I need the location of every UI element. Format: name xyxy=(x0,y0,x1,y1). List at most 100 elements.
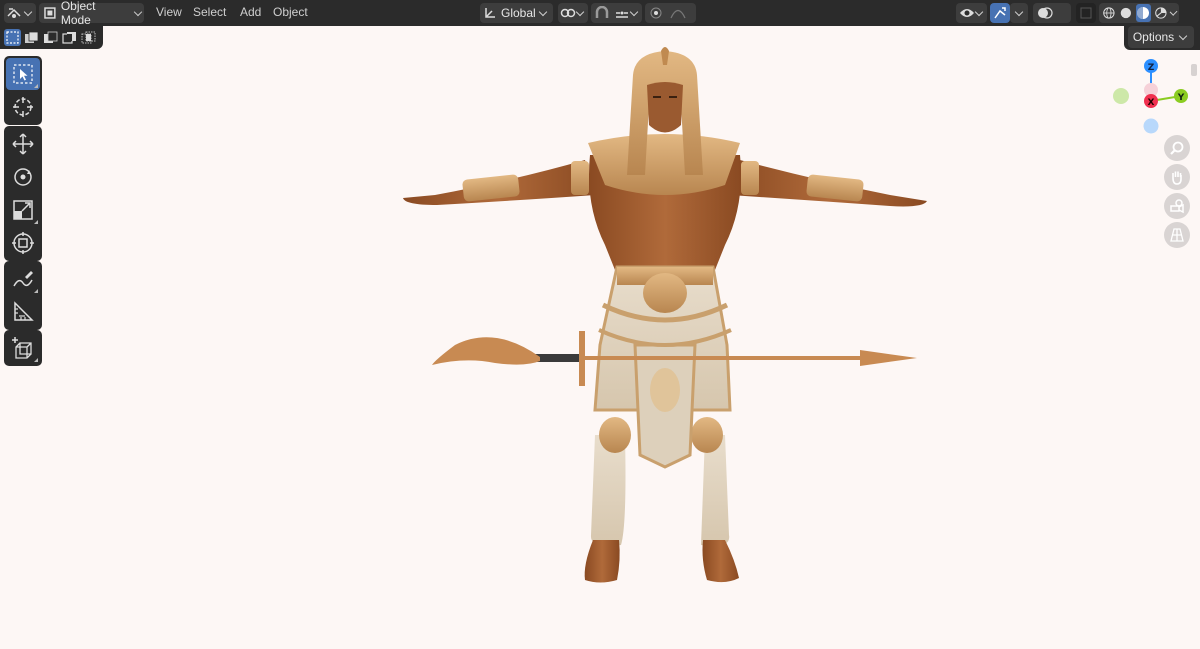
mode-dropdown[interactable]: Object Mode xyxy=(39,0,144,27)
move-tool[interactable] xyxy=(6,128,40,160)
zoom-button[interactable] xyxy=(1164,135,1190,161)
transform-orientation-dropdown[interactable]: Global xyxy=(480,3,553,23)
shading-mode-group xyxy=(1099,3,1179,23)
xray-toggle[interactable] xyxy=(1076,3,1096,23)
options-label: Options xyxy=(1132,30,1175,44)
left-kneepad xyxy=(691,417,723,453)
selection-mode-group xyxy=(0,26,103,49)
transform-icon xyxy=(12,232,34,254)
material-preview-icon xyxy=(1137,7,1150,19)
add-cube-tool[interactable] xyxy=(6,332,40,364)
falloff-icon xyxy=(670,9,686,19)
proportional-editing-group[interactable] xyxy=(645,3,696,23)
camera-view-button[interactable] xyxy=(1164,193,1190,219)
character-model xyxy=(403,47,927,583)
gizmo-neg-y-dot xyxy=(1113,88,1129,104)
editor-type-button[interactable] xyxy=(4,3,36,23)
eye-icon xyxy=(959,9,974,17)
pan-button[interactable] xyxy=(1164,164,1190,190)
select-intersect-button[interactable] xyxy=(80,29,97,46)
select-extend-button[interactable] xyxy=(23,29,40,46)
visibility-dropdown[interactable] xyxy=(956,3,987,23)
spear-grip xyxy=(535,354,581,362)
cursor-icon xyxy=(13,97,33,117)
show-gizmo-button[interactable] xyxy=(990,3,1010,23)
gizmo-z-label: Z xyxy=(1148,63,1155,73)
mode-label: Object Mode xyxy=(60,0,96,27)
belt-buckle xyxy=(643,273,687,313)
select-intersect-icon xyxy=(81,31,96,44)
options-dropdown[interactable]: Options xyxy=(1128,26,1194,48)
wireframe-shading-icon[interactable] xyxy=(1102,5,1116,21)
left-foot xyxy=(702,540,739,583)
select-subtract-button[interactable] xyxy=(42,29,59,46)
scale-tool[interactable] xyxy=(6,194,40,226)
snap-magnet-icon xyxy=(595,6,608,18)
menu-object[interactable]: Object xyxy=(273,5,308,19)
pivot-link-icon xyxy=(560,8,576,18)
gizmo-y-label: Y xyxy=(1177,93,1185,103)
toolbar-transform-group xyxy=(4,126,42,261)
select-invert-icon xyxy=(62,32,76,44)
viewport-header: Object Mode View Select Add Object Globa… xyxy=(0,0,1200,27)
menu-select[interactable]: Select xyxy=(193,5,226,19)
cursor-tool[interactable] xyxy=(6,91,40,123)
menu-add[interactable]: Add xyxy=(240,5,261,19)
annotate-icon xyxy=(13,271,33,287)
collar xyxy=(588,134,740,195)
camera-icon xyxy=(1170,199,1184,214)
orientation-icon xyxy=(485,8,495,18)
toolbar-add-group xyxy=(4,330,42,366)
overlays-button[interactable] xyxy=(1033,3,1071,23)
pivot-point-dropdown[interactable] xyxy=(558,3,588,23)
measure-icon xyxy=(14,301,34,321)
rotate-tool[interactable] xyxy=(6,161,40,193)
scale-icon xyxy=(13,200,33,220)
spear-guard xyxy=(579,331,585,386)
editor-type-icon xyxy=(7,8,21,18)
object-mode-icon xyxy=(44,7,56,19)
proportional-edit-icon xyxy=(650,7,662,19)
overlays-icon xyxy=(1038,7,1053,19)
right-armband xyxy=(571,161,589,195)
zoom-magnifier-icon xyxy=(1170,141,1184,155)
rotate-icon xyxy=(14,168,32,186)
gizmo-options-dropdown[interactable] xyxy=(1010,3,1028,23)
select-new-icon xyxy=(6,31,19,44)
solid-shading-icon[interactable] xyxy=(1119,5,1133,21)
left-armband xyxy=(741,161,759,195)
annotate-tool[interactable] xyxy=(6,263,40,295)
move-icon xyxy=(12,133,34,155)
select-invert-button[interactable] xyxy=(61,29,78,46)
hand-icon xyxy=(1172,171,1182,185)
right-kneepad xyxy=(599,417,631,453)
perspective-toggle-button[interactable] xyxy=(1164,222,1190,248)
menu-view[interactable]: View xyxy=(156,5,182,19)
transform-tool[interactable] xyxy=(6,227,40,259)
navigation-gizmo[interactable]: Z Y X xyxy=(1108,56,1194,142)
add-cube-icon xyxy=(12,337,32,359)
kilt-scarab xyxy=(650,368,680,412)
rendered-shading-icon[interactable] xyxy=(1154,5,1168,21)
measure-tool[interactable] xyxy=(6,296,40,328)
select-box-icon xyxy=(13,64,33,84)
select-box-tool[interactable] xyxy=(6,58,40,90)
gizmo-toggle-icon xyxy=(994,7,1006,19)
toolbar-annotate-group xyxy=(4,261,42,330)
gizmo-x-label: X xyxy=(1148,98,1155,108)
select-subtract-icon xyxy=(44,31,58,43)
material-preview-button[interactable] xyxy=(1135,4,1151,22)
spear-tip xyxy=(860,350,917,366)
snap-increment-icon xyxy=(615,11,628,18)
face xyxy=(647,82,683,133)
select-new-button[interactable] xyxy=(4,29,21,46)
grid-perspective-icon xyxy=(1170,228,1184,242)
orientation-label: Global xyxy=(501,6,536,20)
toolbar-select-group xyxy=(4,56,42,125)
gizmo-neg-z-dot xyxy=(1143,118,1159,134)
snapping-group[interactable] xyxy=(591,3,642,23)
xray-icon xyxy=(1080,7,1092,19)
select-extend-icon xyxy=(25,31,39,43)
scrollbar-handle[interactable] xyxy=(1191,64,1197,76)
right-foot xyxy=(584,540,620,583)
